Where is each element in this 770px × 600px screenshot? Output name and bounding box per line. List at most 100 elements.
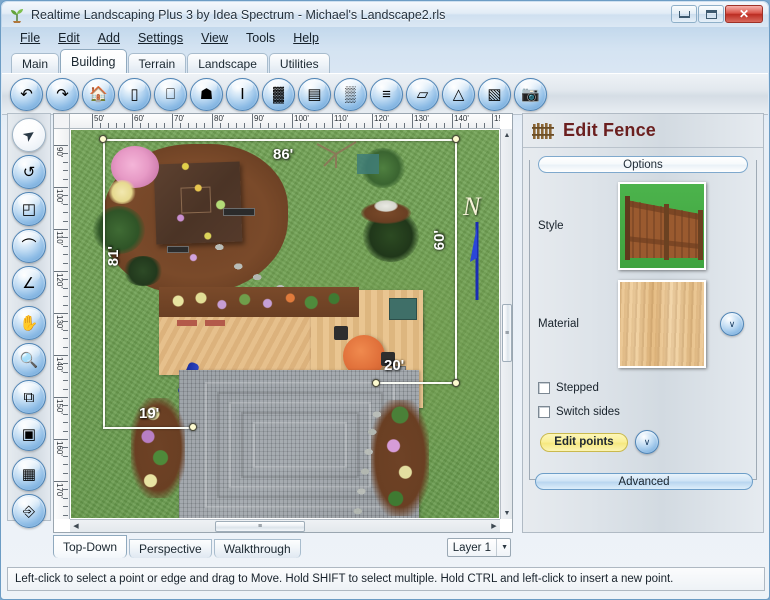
fence-point-se[interactable]	[452, 379, 460, 387]
ruler-tick-major	[132, 114, 133, 128]
menu-item-edit[interactable]: Edit	[50, 29, 88, 47]
maximize-button[interactable]	[698, 5, 724, 23]
maximize-icon	[705, 9, 717, 19]
window-button[interactable]: ⎕	[154, 77, 187, 111]
minimize-button[interactable]	[671, 5, 697, 23]
ruler-label: 100'	[294, 114, 309, 123]
tab-utilities[interactable]: Utilities	[268, 53, 330, 73]
dimension-label-right: 60'	[431, 230, 448, 251]
ruler-tick-major	[372, 114, 373, 128]
menu-item-settings[interactable]: Settings	[130, 29, 191, 47]
fence-edge-bottom[interactable]	[103, 427, 193, 429]
menu-item-add[interactable]: Add	[90, 29, 128, 47]
gate-button[interactable]: ▤	[298, 77, 331, 111]
fence-point-sw-mid[interactable]	[189, 423, 197, 431]
ruler-tick-major	[54, 397, 68, 398]
zoom-tool[interactable]: 🔍	[12, 343, 46, 377]
tab-terrain[interactable]: Terrain	[127, 53, 187, 73]
vertical-scrollbar[interactable]: ▲ ≡ ▼	[500, 129, 512, 519]
pan-hand-tool[interactable]: ✋	[12, 306, 46, 340]
switch-sides-checkbox-row[interactable]: Switch sides	[538, 406, 620, 418]
polyline-tool[interactable]: ∠	[12, 266, 46, 300]
view-tab-perspective[interactable]: Perspective	[129, 539, 212, 558]
style-row: Style	[538, 220, 564, 232]
deck-button[interactable]: ▱	[406, 77, 439, 111]
select-arrow-tool[interactable]: ➤	[12, 118, 46, 152]
light-fixture-button[interactable]: ☗	[190, 77, 223, 111]
ruler-label: 130'	[55, 315, 64, 330]
fence-edge-left[interactable]	[103, 139, 105, 429]
edit-points-row: Edit points ∨	[540, 430, 659, 454]
ruler-tick-minor	[63, 363, 68, 365]
tab-main[interactable]: Main	[11, 53, 60, 73]
camera-icon: 📷	[521, 85, 540, 103]
fence-button[interactable]: ▓	[262, 77, 295, 111]
chevron-down-icon: ∨	[728, 318, 736, 329]
view-tab-walkthrough[interactable]: Walkthrough	[213, 539, 301, 558]
move-copy-icon: ◰	[21, 200, 37, 218]
scroll-down-arrow-icon[interactable]: ▼	[501, 507, 513, 519]
close-button[interactable]: ✕	[725, 5, 763, 23]
view-tab-top-down[interactable]: Top-Down	[53, 535, 128, 558]
undo-arrow-button[interactable]: ↶	[10, 77, 43, 111]
ruler-tick-minor	[63, 287, 68, 289]
menu-item-help[interactable]: Help	[285, 29, 327, 47]
vertical-scroll-thumb[interactable]: ≡	[502, 304, 512, 362]
chevron-down-icon[interactable]: ▼	[496, 539, 508, 556]
stepped-checkbox-row[interactable]: Stepped	[538, 382, 599, 394]
ruler-tick-minor	[396, 123, 397, 128]
zoom-extents-icon: ⧉	[23, 388, 35, 406]
material-dropdown-button[interactable]: ∨	[720, 312, 744, 336]
fence-edge-lower-right[interactable]	[376, 382, 457, 384]
ruler-tick-minor	[63, 489, 68, 491]
zoom-extents-tool[interactable]: ⧉	[12, 380, 46, 414]
redo-arrow-button[interactable]: ↷	[46, 77, 79, 111]
column-button[interactable]: Ⅰ	[226, 77, 259, 111]
scroll-right-arrow-icon[interactable]: ▶	[488, 521, 500, 532]
fence-edge-top[interactable]	[103, 139, 457, 141]
rotate-tool[interactable]: ↺	[12, 155, 46, 189]
landscape-plan-view[interactable]: N 86' 81' 60' 20' 19'	[71, 130, 499, 518]
camera-button[interactable]: 📷	[514, 77, 547, 111]
tab-building[interactable]: Building	[60, 49, 127, 73]
tab-landscape[interactable]: Landscape	[187, 53, 268, 73]
undo-arrow-icon: ↶	[20, 85, 33, 103]
scroll-up-arrow-icon[interactable]: ▲	[501, 129, 513, 141]
fence-point-s-mid[interactable]	[372, 379, 380, 387]
edit-points-dropdown-button[interactable]: ∨	[635, 430, 659, 454]
scroll-left-arrow-icon[interactable]: ◀	[70, 521, 82, 532]
view-tab-label-walkthrough: Walkthrough	[223, 542, 291, 556]
stepped-checkbox[interactable]	[538, 382, 550, 394]
horizontal-scroll-thumb[interactable]: ≡	[215, 521, 305, 532]
fence-edge-right[interactable]	[455, 139, 457, 384]
switch-sides-checkbox[interactable]	[538, 406, 550, 418]
menu-item-tools[interactable]: Tools	[238, 29, 283, 47]
edit-points-button[interactable]: Edit points	[540, 432, 628, 452]
deck-railing-button[interactable]: ▒	[334, 77, 367, 111]
move-copy-tool[interactable]: ◰	[12, 192, 46, 226]
fence-point-ne[interactable]	[452, 135, 460, 143]
curve-edge-tool[interactable]: ⌒	[12, 229, 46, 263]
ruler-tick-minor	[63, 304, 68, 306]
roof-button[interactable]: △	[442, 77, 475, 111]
layer-selector[interactable]: Layer 1 ▼	[446, 538, 511, 557]
magnet-snap-tool[interactable]: ⎆	[12, 494, 46, 528]
ruler-tick-minor	[260, 123, 261, 128]
door-button[interactable]: ▯	[118, 77, 151, 111]
fence-point-nw[interactable]	[99, 135, 107, 143]
menu-item-file[interactable]: File	[12, 29, 48, 47]
advanced-button[interactable]: Advanced	[535, 473, 753, 490]
zoom-window-tool[interactable]: ▣	[12, 417, 46, 451]
stairs-button[interactable]: ≡	[370, 77, 403, 111]
ruler-label: 80'	[214, 114, 225, 123]
design-canvas-area[interactable]: 50'60'70'80'90'100'110'120'130'140'150' …	[53, 113, 513, 533]
material-preview-thumbnail[interactable]	[618, 280, 706, 368]
horizontal-scrollbar[interactable]: ◀ ≡ ▶	[70, 519, 500, 532]
tab-label-landscape: Landscape	[198, 56, 257, 71]
grid-tool[interactable]: ▦	[12, 457, 46, 491]
menu-item-view[interactable]: View	[193, 29, 236, 47]
minimize-icon	[678, 10, 690, 18]
style-preview-thumbnail[interactable]	[618, 182, 706, 270]
house-button[interactable]: 🏠	[82, 77, 115, 111]
wall-button[interactable]: ▧	[478, 77, 511, 111]
